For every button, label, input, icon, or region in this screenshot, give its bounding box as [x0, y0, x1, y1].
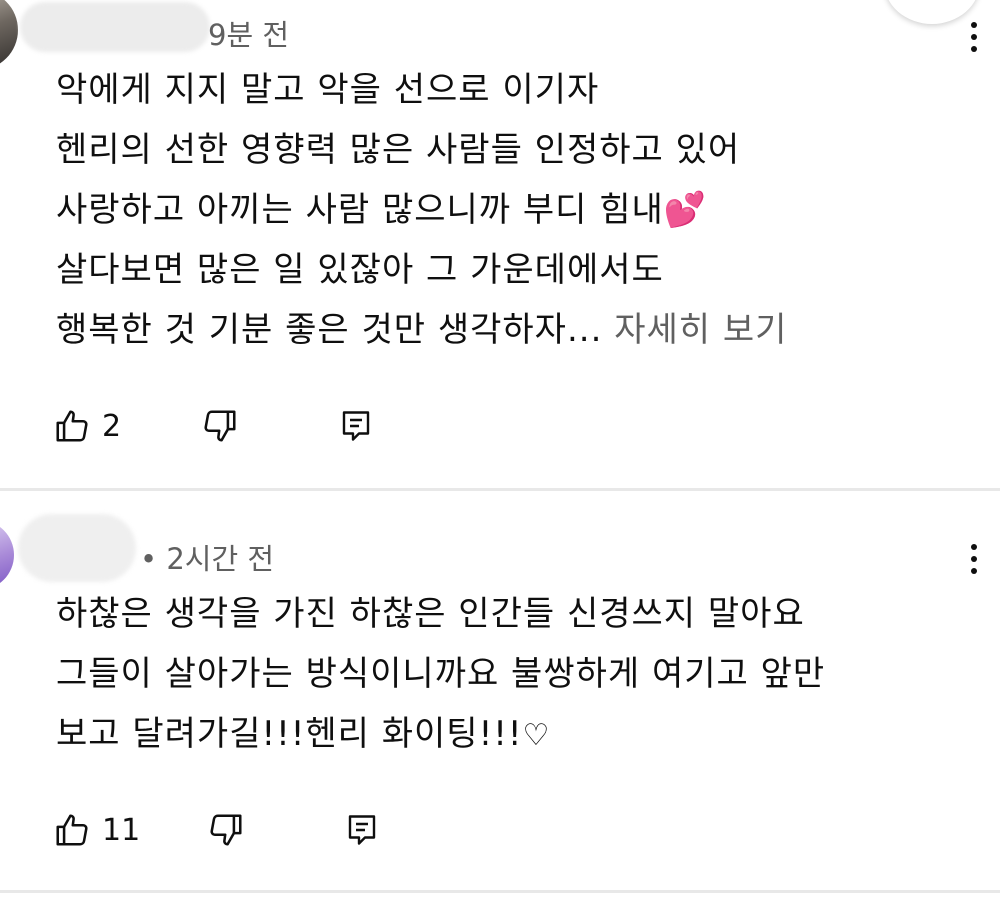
more-vert-icon[interactable] [968, 22, 980, 52]
comment-line: 하찮은 생각을 가진 하찮은 인간들 신경쓰지 말아요 [56, 594, 805, 634]
comment-line-text: 사랑하고 아끼는 사람 많으니까 부디 힘내 [56, 190, 664, 230]
divider [0, 890, 1000, 893]
author-name-redacted [20, 2, 210, 52]
thumbs-up-icon[interactable] [52, 406, 92, 446]
divider [0, 488, 1000, 491]
floating-round-button[interactable] [884, 0, 980, 24]
thumbs-down-icon[interactable] [206, 810, 246, 850]
read-more-link[interactable]: 자세히 보기 [614, 310, 787, 350]
more-vert-icon[interactable] [968, 544, 980, 574]
comment-line: 보고 달려가길!!!헨리 화이팅!!!♡ [56, 704, 825, 766]
comment-line: 사랑하고 아끼는 사람 많으니까 부디 힘내💕 [56, 180, 787, 240]
comment-line: 악에게 지지 말고 악을 선으로 이기자 [56, 70, 600, 110]
comment-timestamp: 9분 전 [208, 18, 290, 52]
comment-actions: 11 [52, 808, 382, 852]
comment-line-text: 행복한 것 기분 좋은 것만 생각하자... [56, 310, 603, 350]
comment-line: 헨리의 선한 영향력 많은 사람들 인정하고 있어 [56, 130, 741, 170]
avatar[interactable] [0, 520, 14, 590]
like-count: 2 [102, 408, 122, 444]
comment-line: 그들이 살아가는 방식이니까요 불쌍하게 여기고 앞만 [56, 654, 826, 694]
avatar[interactable] [0, 0, 18, 70]
thumbs-up-icon[interactable] [52, 810, 92, 850]
comment-text: 하찮은 생각을 가진 하찮은 인간들 신경쓰지 말아요 그들이 살아가는 방식이… [56, 584, 825, 766]
comment-line: 행복한 것 기분 좋은 것만 생각하자... 자세히 보기 [56, 300, 787, 360]
comment-actions: 2 [52, 404, 376, 448]
comment-item: 9분 전 악에게 지지 말고 악을 선으로 이기자 헨리의 선한 영향력 많은 … [0, 0, 1000, 490]
reply-icon[interactable] [336, 406, 376, 446]
author-name-redacted [18, 514, 136, 582]
comment-text: 악에게 지지 말고 악을 선으로 이기자 헨리의 선한 영향력 많은 사람들 인… [56, 60, 787, 360]
two-hearts-emoji: 💕 [663, 190, 708, 230]
heart-outline-icon: ♡ [522, 718, 551, 753]
comments-screen: 9분 전 악에게 지지 말고 악을 선으로 이기자 헨리의 선한 영향력 많은 … [0, 0, 1000, 903]
reply-icon[interactable] [342, 810, 382, 850]
comment-timestamp: • 2시간 전 [140, 542, 275, 576]
comment-line-text: 보고 달려가길!!!헨리 화이팅!!! [56, 714, 523, 754]
comment-line: 살다보면 많은 일 있잖아 그 가운데에서도 [56, 250, 664, 290]
thumbs-down-icon[interactable] [200, 406, 240, 446]
comment-item: • 2시간 전 하찮은 생각을 가진 하찮은 인간들 신경쓰지 말아요 그들이 … [0, 500, 1000, 890]
like-count: 11 [102, 812, 141, 848]
